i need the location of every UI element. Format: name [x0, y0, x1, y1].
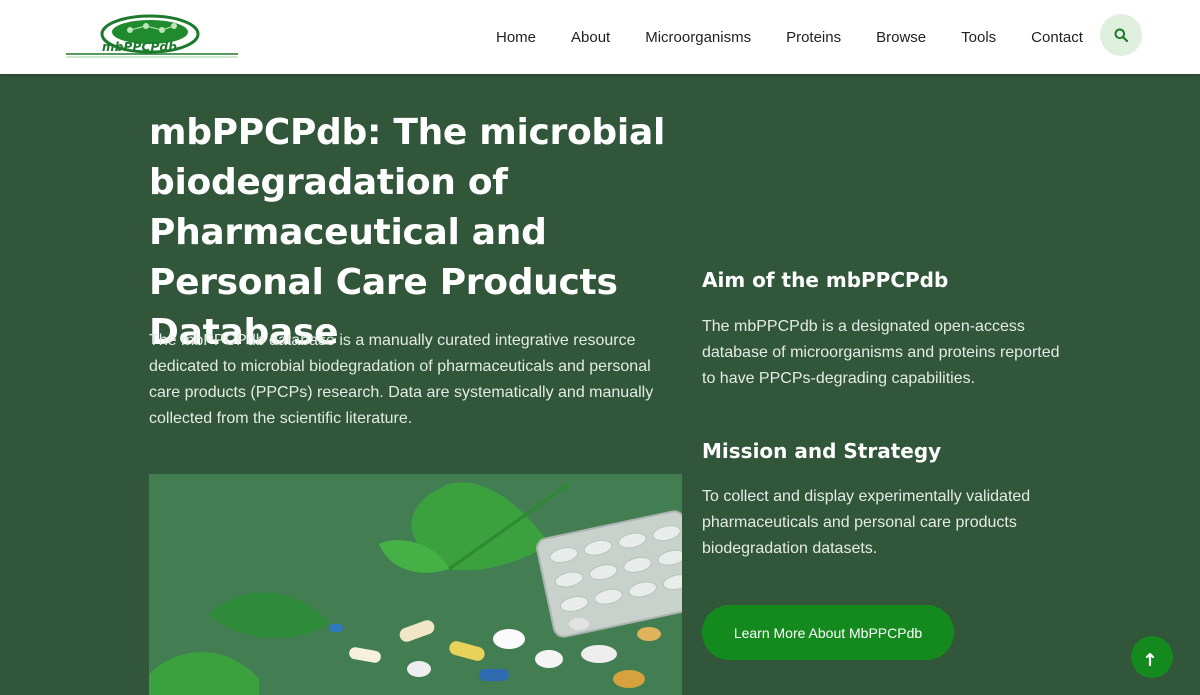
main-nav: Home About Microorganisms Proteins Brows… [496, 0, 1083, 74]
nav-microorganisms[interactable]: Microorganisms [645, 29, 751, 46]
nav-about[interactable]: About [571, 29, 610, 46]
nav-browse[interactable]: Browse [876, 29, 926, 46]
site-logo[interactable]: mbPPCPdb [66, 14, 238, 60]
mission-heading: Mission and Strategy [702, 439, 942, 463]
aim-text: The mbPPCPdb is a designated open-access… [702, 318, 1060, 387]
arrow-up-icon [1145, 652, 1155, 667]
nav-home[interactable]: Home [496, 29, 536, 46]
pills-and-leaves-illustration [149, 474, 682, 695]
search-button[interactable] [1100, 14, 1142, 56]
learn-more-button[interactable]: Learn More About MbPPCPdb [702, 605, 954, 660]
hero-image [149, 474, 682, 695]
site-header: mbPPCPdb Home About Microorganisms Prote… [0, 0, 1200, 74]
nav-contact[interactable]: Contact [1031, 29, 1083, 46]
nav-tools[interactable]: Tools [961, 29, 996, 46]
nav-proteins[interactable]: Proteins [786, 29, 841, 46]
back-to-top-button[interactable] [1131, 636, 1173, 678]
search-icon [1114, 28, 1128, 42]
mission-text: To collect and display experimentally va… [702, 488, 1031, 557]
hero-description: The mbPPCPdb database is a manually cura… [149, 332, 654, 427]
aim-heading: Aim of the mbPPCPdb [702, 268, 949, 292]
page-title: mbPPCPdb: The microbial biodegradation o… [149, 112, 665, 353]
logo-text: mbPPCPdb [102, 40, 178, 54]
